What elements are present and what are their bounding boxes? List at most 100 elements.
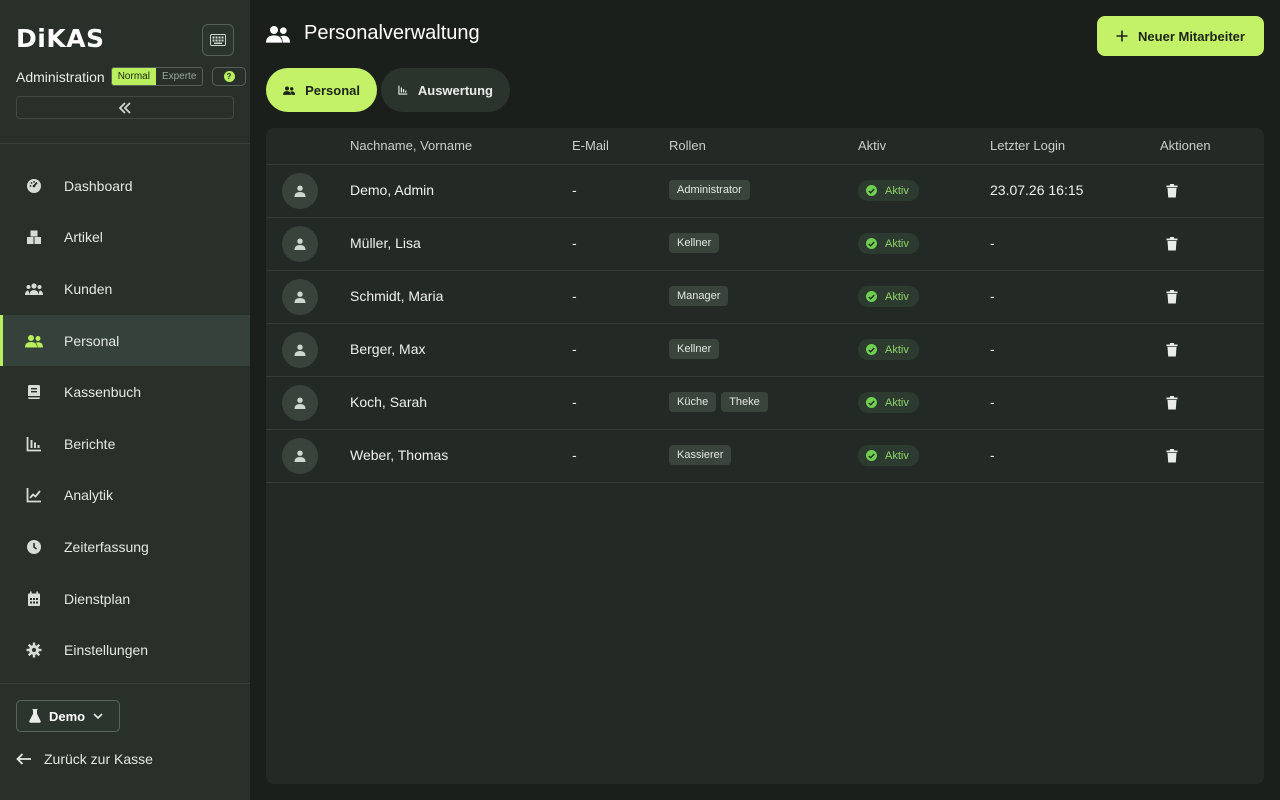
new-employee-button[interactable]: Neuer Mitarbeiter	[1097, 16, 1264, 56]
app-logo: DiKAS	[16, 24, 105, 53]
boxes-icon	[24, 227, 44, 247]
role-list: Manager	[669, 286, 729, 306]
last-login: 23.07.26 16:15	[990, 182, 1084, 198]
delete-button[interactable]	[1164, 447, 1180, 465]
employee-name: Schmidt, Maria	[350, 288, 444, 304]
role-list: Kellner	[669, 339, 720, 359]
employee-name: Demo, Admin	[350, 182, 435, 198]
delete-button[interactable]	[1164, 394, 1180, 412]
sidebar-item-label: Einstellungen	[64, 642, 149, 659]
employee-email: -	[572, 235, 577, 251]
table-row[interactable]: Schmidt, Maria - Manager Aktiv -	[266, 271, 1264, 324]
employee-name: Berger, Max	[350, 341, 426, 357]
sidebar: DiKAS Administration Normal Experte ? Da…	[0, 0, 250, 800]
sidebar-item-analytik[interactable]: Analytik	[0, 470, 250, 522]
gear-icon	[24, 640, 44, 660]
sidebar-item-dashboard[interactable]: Dashboard	[0, 160, 250, 212]
table-row[interactable]: Weber, Thomas - Kassierer Aktiv -	[266, 430, 1264, 483]
line-chart-icon	[24, 485, 44, 505]
status-badge: Aktiv	[858, 339, 919, 360]
bar-chart-icon	[24, 434, 44, 454]
table-row[interactable]: Berger, Max - Kellner Aktiv -	[266, 324, 1264, 377]
table-row[interactable]: Demo, Admin - Administrator Aktiv 23.07.…	[266, 165, 1264, 218]
column-header-active[interactable]: Aktiv	[858, 138, 886, 153]
role-chip: Kellner	[669, 233, 720, 253]
sidebar-item-personal[interactable]: Personal	[0, 314, 250, 367]
help-button[interactable]: ?	[212, 67, 246, 86]
status-label: Aktiv	[885, 290, 909, 303]
person-icon	[294, 185, 306, 197]
divider	[0, 683, 250, 684]
delete-button[interactable]	[1164, 288, 1180, 306]
sidebar-item-berichte[interactable]: Berichte	[0, 418, 250, 470]
sidebar-item-kassenbuch[interactable]: Kassenbuch	[0, 366, 250, 418]
last-login: -	[990, 447, 995, 463]
role-chip: Küche	[669, 392, 717, 412]
table-row[interactable]: Koch, Sarah - Küche Theke Aktiv -	[266, 377, 1264, 430]
staff-icon	[283, 85, 296, 95]
page-title: Personalverwaltung	[304, 22, 480, 44]
admin-mode-row: Administration Normal Experte	[16, 67, 204, 86]
tab-label: Personal	[305, 82, 360, 98]
trash-icon	[1166, 449, 1178, 463]
bar-chart-icon	[398, 85, 408, 95]
sidebar-item-dienstplan[interactable]: Dienstplan	[0, 573, 250, 625]
arrow-left-icon	[16, 753, 31, 765]
environment-label: Demo	[49, 708, 86, 724]
avatar	[282, 279, 318, 315]
last-login: -	[990, 341, 995, 357]
column-header-roles[interactable]: Rollen	[669, 138, 706, 153]
tab-bar: Personal Auswertung	[266, 68, 510, 112]
back-to-register-link[interactable]: Zurück zur Kasse	[16, 751, 153, 767]
chevron-down-icon	[93, 712, 103, 719]
person-icon	[294, 344, 306, 356]
column-header-email[interactable]: E-Mail	[572, 138, 609, 153]
sidebar-item-kunden[interactable]: Kunden	[0, 263, 250, 315]
delete-button[interactable]	[1164, 182, 1180, 200]
table-row[interactable]: Müller, Lisa - Kellner Aktiv -	[266, 218, 1264, 271]
employee-name: Weber, Thomas	[350, 447, 449, 463]
role-list: Kellner	[669, 233, 720, 253]
tab-personal[interactable]: Personal	[266, 68, 377, 112]
sidebar-item-einstellungen[interactable]: Einstellungen	[0, 624, 250, 676]
avatar	[282, 173, 318, 209]
calendar-icon	[24, 589, 44, 609]
keyboard-button[interactable]	[202, 24, 234, 56]
role-chip: Kellner	[669, 339, 720, 359]
trash-icon	[1166, 184, 1178, 198]
sidebar-item-zeiterfassung[interactable]: Zeiterfassung	[0, 521, 250, 573]
employee-email: -	[572, 394, 577, 410]
status-label: Aktiv	[885, 449, 909, 462]
last-login: -	[990, 288, 995, 304]
sidebar-item-label: Kunden	[64, 280, 113, 297]
mode-expert-option[interactable]: Experte	[156, 68, 202, 85]
collapse-sidebar-button[interactable]	[16, 96, 234, 119]
employee-name: Müller, Lisa	[350, 235, 421, 251]
page-header: Personalverwaltung	[266, 22, 480, 45]
role-chip: Theke	[721, 392, 768, 412]
column-header-last-login[interactable]: Letzter Login	[990, 138, 1065, 153]
tab-auswertung[interactable]: Auswertung	[381, 68, 510, 112]
divider	[0, 143, 250, 144]
mode-normal-option[interactable]: Normal	[111, 68, 156, 85]
admin-label: Administration	[16, 68, 105, 85]
check-circle-icon	[866, 344, 877, 355]
delete-button[interactable]	[1164, 341, 1180, 359]
delete-button[interactable]	[1164, 235, 1180, 253]
sidebar-item-label: Analytik	[64, 487, 114, 504]
check-circle-icon	[866, 450, 877, 461]
users-icon	[24, 279, 44, 299]
check-circle-icon	[866, 238, 877, 249]
sidebar-item-label: Dienstplan	[64, 590, 131, 607]
role-list: Küche Theke	[669, 392, 768, 412]
column-header-name[interactable]: Nachname, Vorname	[350, 138, 472, 153]
sidebar-item-label: Kassenbuch	[64, 384, 142, 401]
employee-table: Nachname, Vorname E-Mail Rollen Aktiv Le…	[266, 128, 1264, 784]
employee-email: -	[572, 288, 577, 304]
sidebar-item-artikel[interactable]: Artikel	[0, 212, 250, 264]
book-icon	[24, 382, 44, 402]
mode-toggle: Normal Experte	[110, 67, 204, 86]
column-header-actions: Aktionen	[1160, 138, 1211, 153]
environment-dropdown[interactable]: Demo	[16, 700, 120, 732]
flask-icon	[29, 709, 41, 723]
